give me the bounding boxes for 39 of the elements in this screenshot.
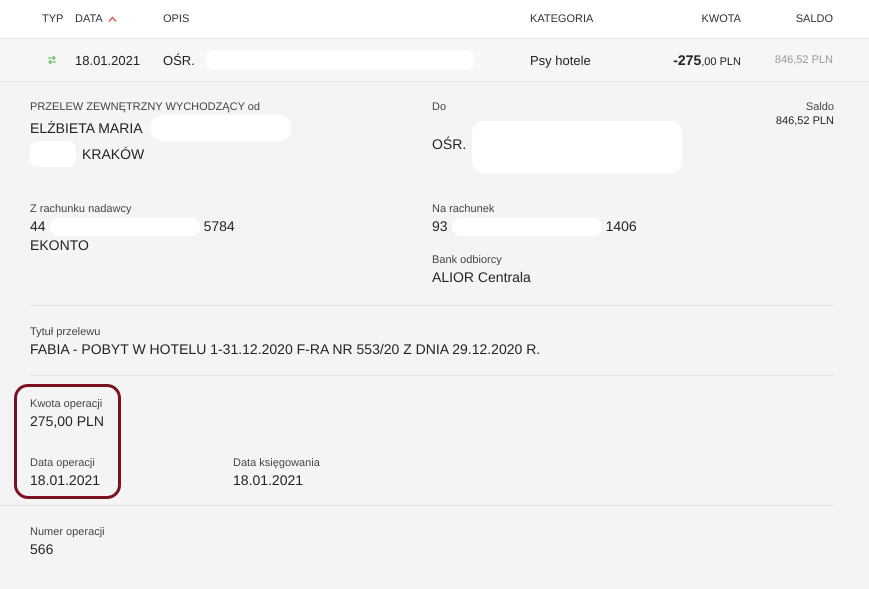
bank-name: ALIOR Centrala — [432, 268, 532, 287]
column-header[interactable]: KATEGORIA — [530, 13, 594, 25]
field-label: Data operacji — [30, 456, 96, 471]
column-header[interactable]: SALDO — [796, 13, 833, 25]
field-label: Data księgowania — [233, 456, 320, 471]
column-header[interactable]: DATA — [75, 13, 117, 25]
account-number-end: 1406 — [606, 217, 637, 236]
account-name: EKONTO — [30, 236, 90, 255]
column-header[interactable]: TYP — [42, 13, 64, 25]
amount-cell: -275,00 PLN — [673, 52, 741, 68]
column-header[interactable]: KWOTA — [701, 13, 741, 25]
transfer-arrows-icon — [47, 55, 57, 65]
field-label: Kwota operacji — [30, 397, 104, 412]
field-label: Numer operacji — [30, 525, 106, 540]
field-label: PRZELEW ZEWNĘTRZNY WYCHODZĄCY od — [30, 100, 262, 115]
account-number-start: 93 — [432, 217, 448, 236]
date-cell: 18.01.2021 — [75, 52, 140, 68]
field-label: Do — [432, 100, 448, 115]
sender-name: ELŻBIETA MARIA — [30, 118, 143, 138]
field-label: Tytuł przelewu — [30, 325, 102, 340]
transfer-title: FABIA - POBYT W HOTELU 1-31.12.2020 F-RA NR 553/20 Z DNIA 29.12.2020 R. — [30, 340, 542, 359]
operation-date: 18.01.2021 — [30, 471, 102, 490]
account-number-start: 44 — [30, 217, 46, 236]
field-label: Saldo — [806, 100, 834, 115]
column-header[interactable]: OPIS — [163, 13, 190, 25]
account-number-end: 5784 — [204, 217, 235, 236]
operation-amount: 275,00 PLN — [30, 412, 105, 431]
recipient-name: OŚR. — [432, 134, 466, 154]
operation-number: 566 — [30, 540, 54, 559]
balance-cell: 846,52 PLN — [774, 54, 833, 66]
field-label: Na rachunek — [432, 202, 496, 217]
balance-value: 846,52 PLN — [776, 115, 834, 127]
field-label: Bank odbiorcy — [432, 253, 503, 268]
category-cell: Psy hotele — [530, 52, 591, 68]
sender-city: KRAKÓW — [82, 144, 144, 164]
field-label: Z rachunku nadawcy — [30, 202, 132, 217]
sort-caret-icon — [108, 16, 117, 22]
booking-date: 18.01.2021 — [233, 471, 304, 490]
description-cell: OŚR. — [163, 52, 195, 68]
